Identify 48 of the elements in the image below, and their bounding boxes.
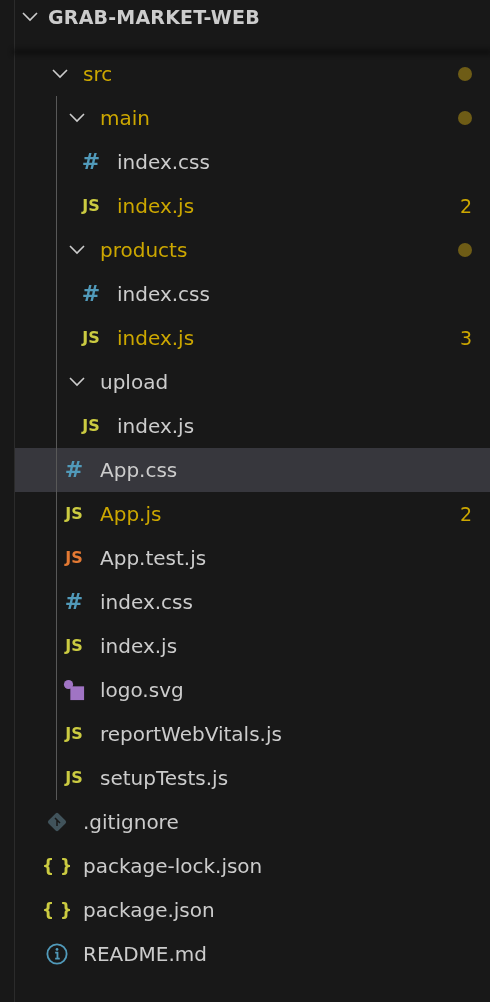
js-icon: JS bbox=[82, 418, 100, 434]
folder-item[interactable]: upload bbox=[15, 360, 490, 404]
chevron-down-icon[interactable] bbox=[69, 245, 85, 255]
chevron-down-icon[interactable] bbox=[52, 69, 68, 79]
chevron-down-icon[interactable] bbox=[69, 113, 85, 123]
file-item[interactable]: JS App.test.js bbox=[15, 536, 490, 580]
js-icon: JS bbox=[82, 330, 100, 346]
braces-icon: { } bbox=[41, 857, 73, 875]
shapes-icon bbox=[63, 678, 85, 702]
file-item[interactable]: JS setupTests.js bbox=[15, 756, 490, 800]
hash-icon: # bbox=[64, 459, 84, 481]
file-item[interactable]: { } package.json bbox=[15, 888, 490, 932]
file-item[interactable]: JS reportWebVitals.js bbox=[15, 712, 490, 756]
file-item[interactable]: JS App.js 2 bbox=[15, 492, 490, 536]
file-item[interactable]: logo.svg bbox=[15, 668, 490, 712]
hash-icon: # bbox=[81, 151, 101, 173]
folder-item[interactable]: src bbox=[15, 52, 490, 96]
js-icon: JS bbox=[65, 770, 83, 786]
js-icon: JS bbox=[65, 726, 83, 742]
folder-item[interactable]: products bbox=[15, 228, 490, 272]
problem-count: 3 bbox=[459, 327, 472, 349]
info-icon bbox=[46, 942, 68, 966]
file-item[interactable]: JS index.js 2 bbox=[15, 184, 490, 228]
file-item[interactable]: # index.css bbox=[15, 272, 490, 316]
braces-icon: { } bbox=[41, 901, 73, 919]
file-item[interactable]: JS index.js 3 bbox=[15, 316, 490, 360]
js-icon: JS bbox=[65, 550, 83, 566]
file-item[interactable]: .gitignore bbox=[15, 800, 490, 844]
js-icon: JS bbox=[65, 638, 83, 654]
modified-dot bbox=[458, 67, 472, 81]
problem-count: 2 bbox=[459, 195, 472, 217]
problem-count: 2 bbox=[459, 503, 472, 525]
hash-icon: # bbox=[64, 591, 84, 613]
hash-icon: # bbox=[81, 283, 101, 305]
file-item[interactable]: # App.css bbox=[15, 448, 490, 492]
file-item[interactable]: JS index.js bbox=[15, 404, 490, 448]
chevron-down-icon[interactable] bbox=[22, 11, 38, 22]
js-icon: JS bbox=[65, 506, 83, 522]
file-item[interactable]: README.md bbox=[15, 932, 490, 976]
file-item[interactable]: JS index.js bbox=[15, 624, 490, 668]
modified-dot bbox=[458, 111, 472, 125]
js-icon: JS bbox=[82, 198, 100, 214]
folder-item[interactable]: main bbox=[15, 96, 490, 140]
chevron-down-icon[interactable] bbox=[69, 377, 85, 387]
file-item[interactable]: # index.css bbox=[15, 140, 490, 184]
file-item[interactable]: # index.css bbox=[15, 580, 490, 624]
modified-dot bbox=[458, 243, 472, 257]
file-item[interactable]: { } package-lock.json bbox=[15, 844, 490, 888]
